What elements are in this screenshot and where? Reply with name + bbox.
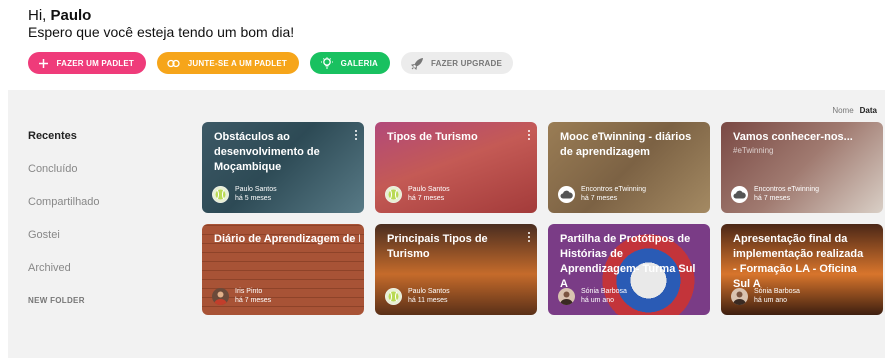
padlet-card[interactable]: Obstáculos ao desenvolvimento de Moçambi… [202, 122, 364, 213]
sort-controls: Nome Data [832, 106, 877, 115]
greeting: Hi, Paulo [28, 7, 91, 24]
person-photo-icon [212, 287, 229, 305]
person-photo-icon [731, 287, 748, 305]
card-author-name: Sónia Barbosa [754, 288, 800, 295]
upgrade-label: FAZER UPGRADE [431, 58, 503, 68]
plus-icon [38, 56, 49, 70]
card-time: há 7 meses [408, 195, 445, 202]
card-author: Sónia Barbosa há um ano [558, 287, 627, 305]
padlet-card[interactable]: Vamos conhecer-nos... #eTwinning Encontr… [721, 122, 883, 213]
tennis-ball-icon [385, 287, 402, 305]
sidebar-item-concluido[interactable]: Concluído [28, 163, 100, 196]
tennis-ball-icon [212, 185, 229, 203]
card-author-name: Encontros eTwinning [754, 186, 819, 193]
user-name: Paulo [50, 7, 92, 24]
make-padlet-label: FAZER UM PADLET [56, 58, 134, 68]
sidebar-item-compartilhado[interactable]: Compartilhado [28, 196, 100, 229]
tennis-ball-icon [385, 185, 402, 203]
card-author-name: Paulo Santos [235, 186, 277, 193]
card-time: há 7 meses [754, 195, 791, 202]
join-padlet-button[interactable]: JUNTE-SE A UM PADLET [157, 52, 299, 74]
card-title: Tipos de Turismo [387, 131, 478, 143]
card-title: Vamos conhecer-nos... [733, 131, 853, 143]
card-time: há um ano [754, 297, 788, 304]
padlet-card[interactable]: Partilha de Protótipos de Histórias de A… [548, 224, 710, 315]
card-author-name: Paulo Santos [408, 186, 450, 193]
gallery-button[interactable]: GALERIA [310, 52, 390, 74]
card-author: Paulo Santos há 11 meses [385, 287, 450, 305]
card-title: Obstáculos ao desenvolvimento de Moçambi… [214, 131, 320, 173]
card-menu-icon[interactable] [354, 130, 358, 143]
upgrade-button[interactable]: FAZER UPGRADE [401, 52, 513, 74]
sidebar-item-gostei[interactable]: Gostei [28, 229, 100, 262]
padlet-card[interactable]: Apresentação final da implementação real… [721, 224, 883, 315]
card-title: Apresentação final da implementação real… [733, 233, 864, 290]
padlet-card[interactable]: Tipos de Turismo Paulo Santos há 7 meses [375, 122, 537, 213]
card-title: Partilha de Protótipos de Histórias de A… [560, 233, 696, 290]
padlet-card[interactable]: Principais Tipos de Turismo Paulo Santos… [375, 224, 537, 315]
action-bar: FAZER UM PADLET JUNTE-SE A UM PADLET GAL… [28, 52, 513, 74]
make-padlet-button[interactable]: FAZER UM PADLET [28, 52, 146, 74]
greeting-subtitle: Espero que você esteja tendo um bom dia! [28, 24, 295, 40]
cloud-icon [731, 185, 748, 203]
card-time: há 11 meses [408, 297, 448, 304]
card-time: há 5 meses [235, 195, 272, 202]
gallery-label: GALERIA [340, 58, 378, 68]
card-tag: #eTwinning [733, 146, 774, 155]
sort-by-name[interactable]: Nome [832, 106, 853, 115]
card-author: Iris Pinto há 7 meses [212, 287, 271, 305]
sidebar-item-recentes[interactable]: Recentes [28, 130, 100, 163]
new-folder-button[interactable]: NEW FOLDER [28, 295, 100, 328]
person-photo-icon [558, 287, 575, 305]
card-menu-icon[interactable] [527, 130, 531, 143]
header: Hi, Paulo Espero que você esteja tendo u… [0, 0, 885, 90]
lightbulb-icon [320, 56, 334, 70]
card-author: Paulo Santos há 5 meses [212, 185, 277, 203]
card-author: Sónia Barbosa há um ano [731, 287, 800, 305]
rocket-icon [411, 56, 424, 70]
card-time: há 7 meses [581, 195, 618, 202]
card-time: há um ano [581, 297, 615, 304]
card-title-text: Diário de Aprendizagem de Iris Pinto [214, 233, 360, 245]
sidebar-item-archived[interactable]: Archived [28, 262, 100, 295]
join-padlet-label: JUNTE-SE A UM PADLET [187, 58, 287, 68]
dashboard-area: Nome Data Recentes Concluído Compartilha… [8, 90, 885, 358]
sort-by-date[interactable]: Data [860, 106, 877, 115]
card-author-name: Encontros eTwinning [581, 186, 646, 193]
greeting-prefix: Hi, [28, 7, 51, 24]
sidebar: Recentes Concluído Compartilhado Gostei … [28, 130, 100, 328]
card-menu-icon[interactable] [527, 232, 531, 245]
padlet-card[interactable]: Diário de Aprendizagem de Iris Pinto Iri… [202, 224, 364, 315]
card-title: Diário de Aprendizagem de Iris Pinto [214, 232, 360, 247]
card-author-name: Iris Pinto [235, 288, 263, 295]
card-title: Principais Tipos de Turismo [387, 233, 488, 260]
cloud-icon [558, 185, 575, 203]
card-author-name: Paulo Santos [408, 288, 450, 295]
card-author: Paulo Santos há 7 meses [385, 185, 450, 203]
link-icon [167, 56, 181, 70]
card-time: há 7 meses [235, 297, 272, 304]
card-author-name: Sónia Barbosa [581, 288, 627, 295]
padlet-card[interactable]: Mooc eTwinning - diários de aprendizagem… [548, 122, 710, 213]
card-title: Mooc eTwinning - diários de aprendizagem [560, 131, 692, 158]
card-author: Encontros eTwinning há 7 meses [558, 185, 646, 203]
card-author: Encontros eTwinning há 7 meses [731, 185, 819, 203]
